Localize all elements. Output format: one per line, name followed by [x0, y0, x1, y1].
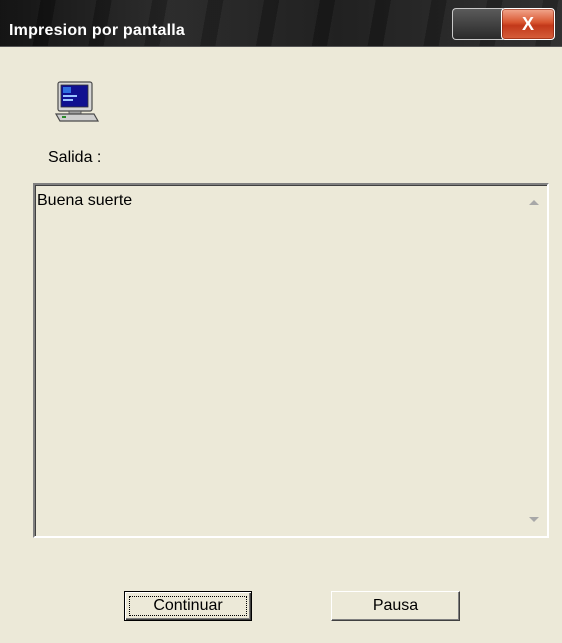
- output-text: Buena suerte: [37, 192, 133, 209]
- window-title: Impresion por pantalla: [9, 22, 185, 39]
- continue-button[interactable]: Continuar: [124, 591, 252, 621]
- minimize-button[interactable]: [452, 8, 503, 40]
- close-button[interactable]: X: [501, 8, 555, 40]
- pause-button[interactable]: Pausa: [331, 591, 460, 621]
- output-textarea[interactable]: Buena suerte: [33, 183, 549, 538]
- pause-button-label: Pausa: [372, 597, 419, 614]
- scroll-up-arrow-icon[interactable]: [529, 200, 539, 205]
- title-bar[interactable]: Impresion por pantalla X: [0, 0, 562, 47]
- computer-icon: [54, 81, 100, 122]
- output-label: Salida :: [48, 149, 102, 166]
- dialog-window: Impresion por pantalla X Salida : Buena …: [0, 0, 562, 643]
- close-icon: X: [521, 14, 534, 34]
- scroll-down-arrow-icon[interactable]: [529, 517, 539, 522]
- focus-ring: [129, 596, 247, 616]
